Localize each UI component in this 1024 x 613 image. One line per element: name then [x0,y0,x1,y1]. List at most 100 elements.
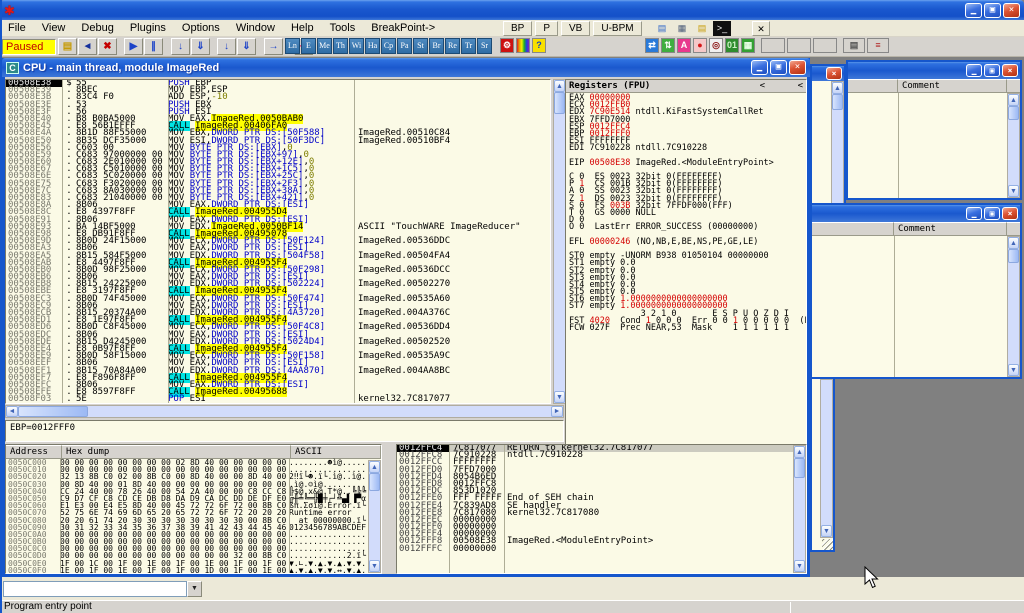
red-dot-icon[interactable]: ● [693,38,707,53]
disasm-row[interactable]: 00508F03.5EPOP ESIkernel32.7C817077 [6,396,550,403]
scroll-up-icon[interactable]: ▲ [794,446,805,458]
step-into-button[interactable]: ↓ [171,38,190,55]
close-button[interactable]: × [1003,3,1020,18]
scroll-track[interactable] [1008,120,1019,185]
folder-icon[interactable]: ▤ [693,21,711,36]
command-combobox[interactable] [3,581,187,597]
stack-pane[interactable]: 0012FFC47C817077RETURN to kernel32.7C817… [396,444,807,574]
scroll-thumb[interactable] [18,406,88,417]
registers-header-marks[interactable]: < < [760,80,806,92]
pause-button[interactable]: ∥ [144,38,163,55]
minimize-button[interactable]: ▁ [965,3,982,18]
comment-column-header[interactable]: Comment [898,79,1007,92]
spiral-icon[interactable]: ◎ [709,38,723,53]
close-program-button[interactable]: ✖ [98,38,117,55]
comment-list-body[interactable]: ▲ ▼ [848,93,1020,198]
scroll-up-icon[interactable]: ▲ [369,461,380,473]
side-window-close-button[interactable]: × [826,67,842,80]
dump-pane[interactable]: Address Hex dump ASCII 0050C00000 00 00 … [5,444,382,574]
panel-button-ha[interactable]: Ha [365,38,380,54]
open-file-button[interactable]: ▤ [58,38,77,55]
panel-button-e[interactable]: E [301,38,316,54]
comment-window-titlebar[interactable]: ▁ ▣ × [812,205,1020,222]
scroll-thumb[interactable] [1008,249,1019,263]
disassembly-hscrollbar[interactable]: ◄ ► [5,405,564,418]
green-window-icon[interactable]: ▦ [741,38,755,53]
scroll-thumb[interactable] [1008,106,1019,120]
blank-button-3[interactable] [813,38,837,53]
list-vscrollbar[interactable]: ▲ ▼ [1007,93,1020,198]
scroll-track[interactable] [821,380,832,525]
dump-header-ascii[interactable]: ASCII [291,445,381,458]
scroll-thumb[interactable] [554,92,565,114]
notepad-icon[interactable]: ▤ [653,21,671,36]
step-over-button[interactable]: ⇓ [191,38,210,55]
disasm-row[interactable]: 00508E3E.53PUSH EBX [6,102,550,109]
side-vscrollbar[interactable]: ▼ [820,379,833,538]
register-line[interactable]: O 0 LastErr ERROR_SUCCESS (00000000) [569,224,806,231]
help-question-icon[interactable]: ? [532,38,546,53]
scroll-track[interactable] [554,114,565,391]
console-icon[interactable]: >_ [713,21,731,36]
side-window-titlebar[interactable]: × [812,66,844,81]
checklist-icon[interactable]: ≡ [867,38,889,53]
list-vscrollbar[interactable]: ▲ ▼ [1007,236,1020,377]
menu-button-ubpm[interactable]: U-BPM [593,21,641,36]
register-line[interactable]: EFL 00000246 (NO,NB,E,BE,NS,PE,GE,LE) [569,239,806,246]
blank-button-1[interactable] [761,38,785,53]
maximize-button[interactable]: ▣ [984,64,1000,77]
letter-a-icon[interactable]: A [677,38,691,53]
minimize-button[interactable]: ▁ [966,207,982,220]
comment-list-body[interactable]: ▲ ▼ [812,236,1020,377]
scroll-thumb[interactable] [794,458,805,478]
cpu-minimize-button[interactable]: ▁ [751,60,768,75]
menu-button-bp[interactable]: BP [503,21,532,36]
menu-item-debug[interactable]: Debug [73,21,121,35]
animate-into-button[interactable]: ↓ [217,38,236,55]
scroll-right-icon[interactable]: ► [551,406,563,417]
panel-button-tr[interactable]: Tr [461,38,476,54]
panel-button-sr[interactable]: Sr [477,38,492,54]
menu-item-view[interactable]: View [34,21,74,35]
register-line[interactable]: T 0 GS 0000 NULL [569,210,806,217]
scroll-left-icon[interactable]: ◄ [6,406,18,417]
menu-close-icon[interactable]: ✕ [752,21,770,36]
restart-button[interactable]: ◄ [78,38,97,55]
scroll-down-icon[interactable]: ▼ [554,391,565,403]
register-line[interactable]: EDI 7C910228 ntdll.7C910228 [569,145,806,152]
scroll-track[interactable] [369,491,380,560]
dump-header-hex[interactable]: Hex dump [62,445,291,458]
scroll-up-icon[interactable]: ▲ [554,80,565,92]
maximize-button[interactable]: ▣ [984,207,1000,220]
comment-column-header[interactable]: Comment [894,222,1007,235]
menu-item-plugins[interactable]: Plugins [122,21,174,35]
binary-icon[interactable]: 01 [725,38,739,53]
document-icon[interactable]: ▤ [843,38,865,53]
disasm-row[interactable]: 00508E3B.83C4 F0ADD ESP,-10 [6,94,550,101]
execute-till-return-button[interactable]: → [264,38,283,55]
blank-column-header[interactable] [848,79,898,92]
run-button[interactable]: ▶ [124,38,143,55]
panel-button-wi[interactable]: Wi [349,38,364,54]
scroll-track[interactable] [1008,263,1019,364]
dump-header-address[interactable]: Address [6,445,62,458]
stack-row[interactable]: 0012FFFC00000000 [397,546,806,553]
disassembly-pane[interactable]: 00508E38$55PUSH EBP00508E39.8BECMOV EBP,… [5,79,551,404]
minimize-button[interactable]: ▁ [966,64,982,77]
panel-button-me[interactable]: Me [317,38,332,54]
panel-button-pa[interactable]: Pa [397,38,412,54]
scroll-up-icon[interactable]: ▲ [1008,94,1019,106]
cpu-close-button[interactable]: × [789,60,806,75]
scroll-down-icon[interactable]: ▼ [1008,364,1019,376]
dump-vscrollbar[interactable]: ▲ ▼ [368,460,381,573]
panel-button-cp[interactable]: Cp [381,38,396,54]
panel-button-re[interactable]: Re [445,38,460,54]
swap-arrows-icon[interactable]: ⇄ [645,38,659,53]
scroll-up-icon[interactable]: ▲ [1008,237,1019,249]
menu-item-window[interactable]: Window [228,21,283,35]
comment-window-titlebar[interactable]: ▁ ▣ × [848,62,1020,79]
combobox-dropdown-icon[interactable]: ▼ [187,581,202,597]
resize-grip[interactable] [822,539,833,550]
updown-icon[interactable]: ⇅ [661,38,675,53]
scroll-track[interactable] [88,406,551,417]
